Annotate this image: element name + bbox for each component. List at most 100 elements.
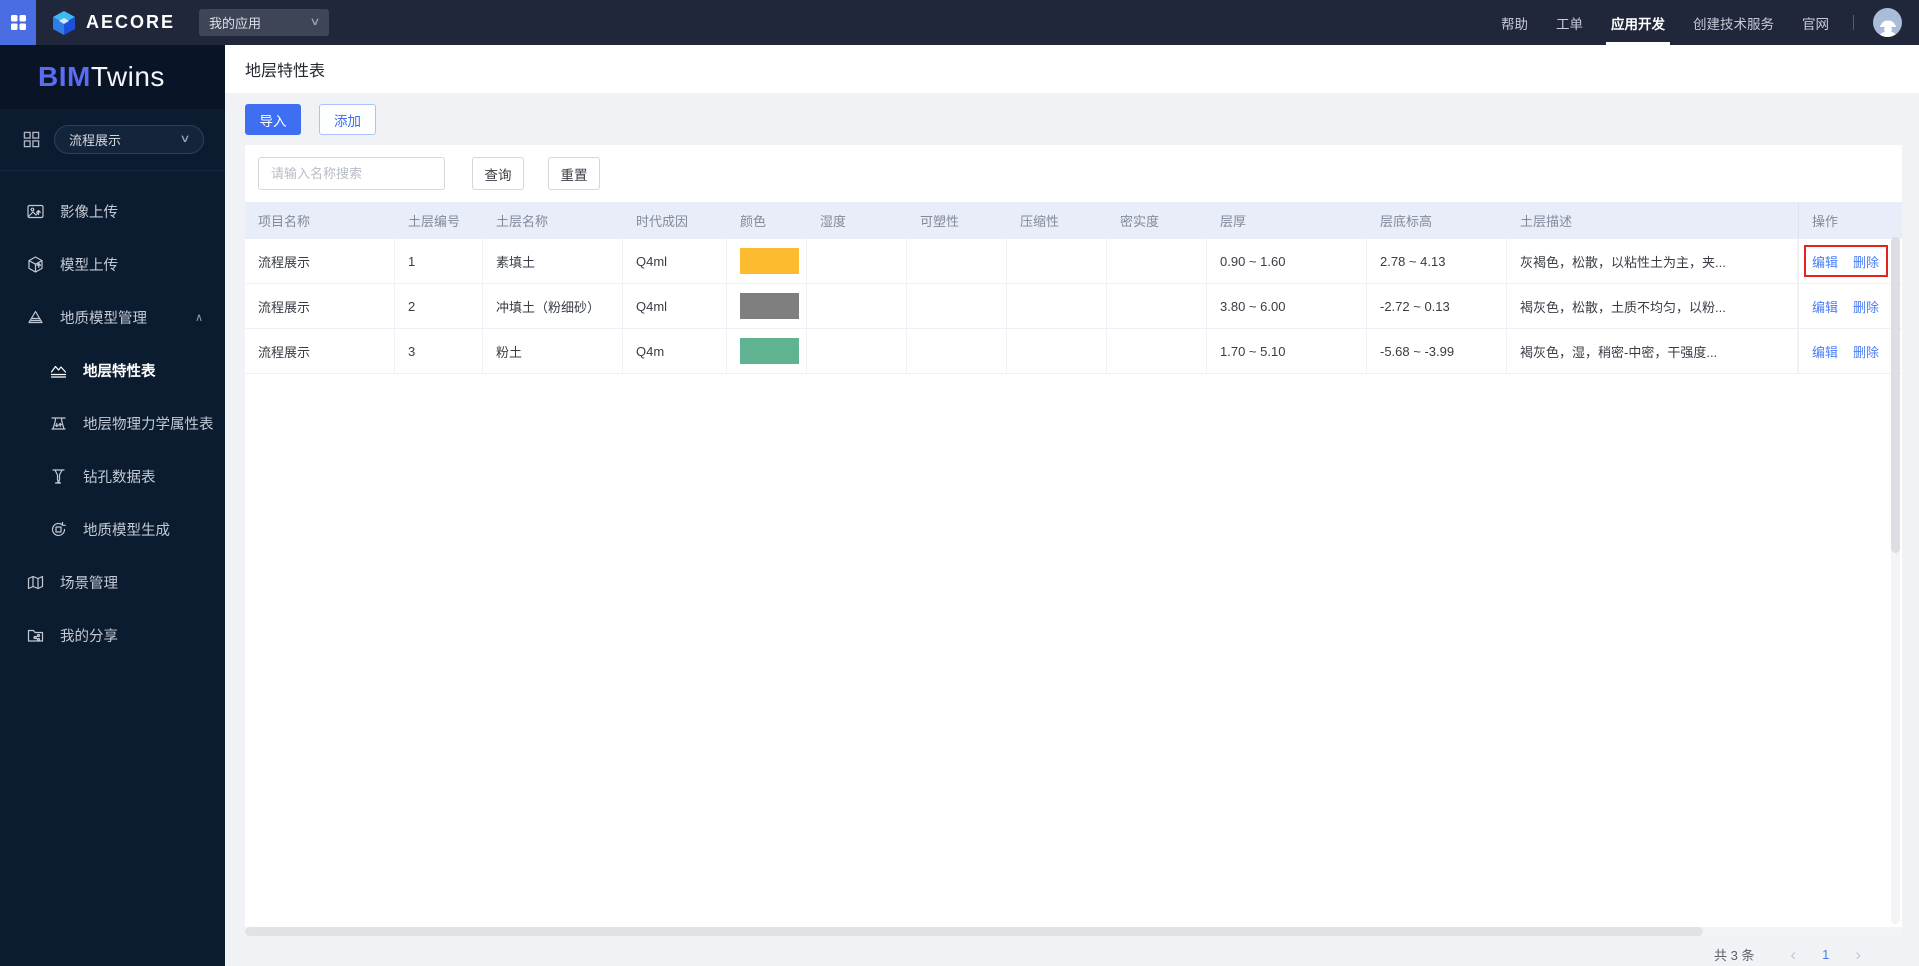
horizontal-scrollbar-thumb[interactable]: [245, 927, 1704, 936]
edit-link[interactable]: 编辑: [1812, 342, 1838, 361]
column-header-compress: 压缩性: [1020, 214, 1060, 229]
cell-plasticity: [907, 284, 1007, 328]
import-button[interactable]: 导入: [245, 104, 301, 135]
column-header-humidity: 湿度: [820, 214, 847, 229]
sidebar-item-label: 影像上传: [60, 205, 118, 221]
nav-link-create-tech-service[interactable]: 创建技术服务: [1679, 0, 1788, 45]
horizontal-scrollbar[interactable]: [245, 927, 1902, 936]
cell-density: [1107, 329, 1207, 373]
cell-humidity: [807, 329, 907, 373]
query-button[interactable]: 查询: [472, 157, 524, 190]
cell-actions: 编辑 删除: [1798, 239, 1902, 283]
search-input[interactable]: [258, 157, 445, 190]
pagination-next-button[interactable]: ›: [1845, 946, 1871, 963]
cell-compress: [1007, 284, 1107, 328]
geology-icon: [26, 308, 45, 327]
grid-icon: [22, 130, 41, 149]
pagination-total: 共 3 条: [1713, 948, 1755, 963]
cell-actions: 编辑 删除: [1798, 284, 1902, 328]
cell-elevation: 2.78 ~ 4.13: [1367, 239, 1507, 283]
sidebar-item-geo-model-manage[interactable]: 地质模型管理 ∧: [0, 291, 225, 344]
cell-color: [727, 284, 807, 328]
sidebar-item-borehole-table[interactable]: 钻孔数据表: [0, 450, 225, 503]
brand: AECORE: [51, 10, 175, 36]
borehole-icon: [49, 467, 68, 486]
cell-thickness: 1.70 ~ 5.10: [1207, 329, 1367, 373]
edit-link[interactable]: 编辑: [1812, 297, 1838, 316]
vertical-scrollbar-thumb[interactable]: [1891, 237, 1900, 554]
sidebar-item-label: 地层物理力学属性表: [83, 417, 214, 433]
nav-link-help[interactable]: 帮助: [1487, 0, 1542, 45]
chevron-up-icon: ∧: [194, 312, 203, 324]
column-header-desc: 土层描述: [1520, 214, 1573, 229]
nav-links: 帮助 工单 应用开发 创建技术服务 官网: [1487, 0, 1843, 45]
vertical-scrollbar[interactable]: [1891, 237, 1900, 924]
cell-no: 1: [395, 239, 483, 283]
pagination-page-1[interactable]: 1: [1806, 947, 1845, 962]
cell-era: Q4m: [623, 329, 727, 373]
aecore-logo-icon: [51, 10, 77, 36]
sidebar-item-strata-physics-table[interactable]: 地层物理力学属性表: [0, 397, 225, 450]
scene-icon: [26, 573, 45, 592]
sidebar-item-geo-model-generate[interactable]: 地质模型生成: [0, 503, 225, 556]
pagination-prev-button[interactable]: ‹: [1780, 946, 1806, 963]
app-launcher-button[interactable]: [0, 0, 36, 45]
soil-color-swatch: [740, 338, 799, 364]
logo-twins-text: Twins: [90, 61, 165, 92]
strata-table: 项目名称 土层编号 土层名称 时代成因 颜色 湿度 可塑性 压缩性 密实度 层厚 层底标高 土层描述 操…: [245, 202, 1902, 374]
column-header-project: 项目名称: [258, 214, 311, 229]
soil-color-swatch: [740, 248, 799, 274]
generate-icon: [49, 520, 68, 539]
sidebar-item-label: 地层特性表: [83, 364, 156, 380]
cell-no: 3: [395, 329, 483, 373]
bimtwins-logo: BIM Twins: [0, 45, 225, 109]
cell-thickness: 3.80 ~ 6.00: [1207, 284, 1367, 328]
sidebar-item-model-upload[interactable]: 模型上传: [0, 238, 225, 291]
image-upload-icon: [26, 202, 45, 221]
cell-desc: 灰褐色，松散，以粘性土为主，夹...: [1507, 239, 1798, 283]
delete-link[interactable]: 删除: [1853, 297, 1879, 316]
chevron-down-icon: ∨: [309, 16, 321, 28]
soil-color-swatch: [740, 293, 799, 319]
project-select[interactable]: 流程展示 ∨: [54, 125, 204, 154]
cell-actions: 编辑 删除: [1798, 329, 1902, 373]
cell-density: [1107, 284, 1207, 328]
sidebar-item-image-upload[interactable]: 影像上传: [0, 185, 225, 238]
nav-divider: [1853, 15, 1854, 30]
add-button[interactable]: 添加: [319, 104, 376, 135]
sidebar-item-scene-manage[interactable]: 场景管理: [0, 556, 225, 609]
delete-link[interactable]: 删除: [1853, 342, 1879, 361]
sidebar-item-label: 模型上传: [60, 258, 118, 274]
column-header-actions: 操作: [1798, 202, 1902, 239]
sidebar-item-label: 钻孔数据表: [83, 470, 156, 486]
project-select-value: 流程展示: [69, 133, 122, 148]
sidebar-item-my-share[interactable]: 我的分享: [0, 609, 225, 662]
cell-no: 2: [395, 284, 483, 328]
logo-bim-text: BIM: [38, 61, 91, 92]
delete-link[interactable]: 删除: [1853, 252, 1879, 271]
cell-project: 流程展示: [245, 239, 395, 283]
edit-link[interactable]: 编辑: [1812, 252, 1838, 271]
sidebar-menu: 影像上传模型上传地质模型管理 ∧ 地层特性表地层物理力学属性表 钻孔数据表地质模型生成…: [0, 171, 225, 662]
cell-plasticity: [907, 239, 1007, 283]
cell-elevation: -2.72 ~ 0.13: [1367, 284, 1507, 328]
apps-grid-icon: [10, 14, 27, 31]
nav-link-work-order[interactable]: 工单: [1542, 0, 1597, 45]
nav-link-official-site[interactable]: 官网: [1788, 0, 1843, 45]
table-row: 流程展示 1 素填土 Q4ml 0.90 ~ 1.60 2.78 ~ 4.13 灰褐色，松散…: [245, 239, 1902, 284]
user-avatar[interactable]: [1873, 8, 1902, 37]
sidebar-item-strata-table[interactable]: 地层特性表: [0, 344, 225, 397]
nav-link-app-dev[interactable]: 应用开发: [1597, 0, 1679, 45]
cell-desc: 褐灰色，松散，土质不均匀，以粉...: [1507, 284, 1798, 328]
workspace-select[interactable]: 我的应用 ∨: [199, 9, 330, 36]
sidebar: BIM Twins 流程展示 ∨ 影像上传模型上传地质模型管理 ∧ 地层特性表地层物理…: [0, 45, 225, 966]
table-row: 流程展示 3 粉土 Q4m 1.70 ~ 5.10 -5.68 ~ -3.99 褐灰色，湿，…: [245, 329, 1902, 374]
title-bar: 地层特性表: [225, 45, 1919, 93]
sidebar-item-label: 场景管理: [60, 576, 118, 592]
reset-button[interactable]: 重置: [548, 157, 600, 190]
column-header-plasticity: 可塑性: [920, 214, 960, 229]
cell-name: 冲填土（粉细砂）: [483, 284, 623, 328]
column-header-era: 时代成因: [636, 214, 689, 229]
cell-desc: 褐灰色，湿，稍密-中密，干强度...: [1507, 329, 1798, 373]
sidebar-item-label: 地质模型管理: [60, 311, 147, 327]
